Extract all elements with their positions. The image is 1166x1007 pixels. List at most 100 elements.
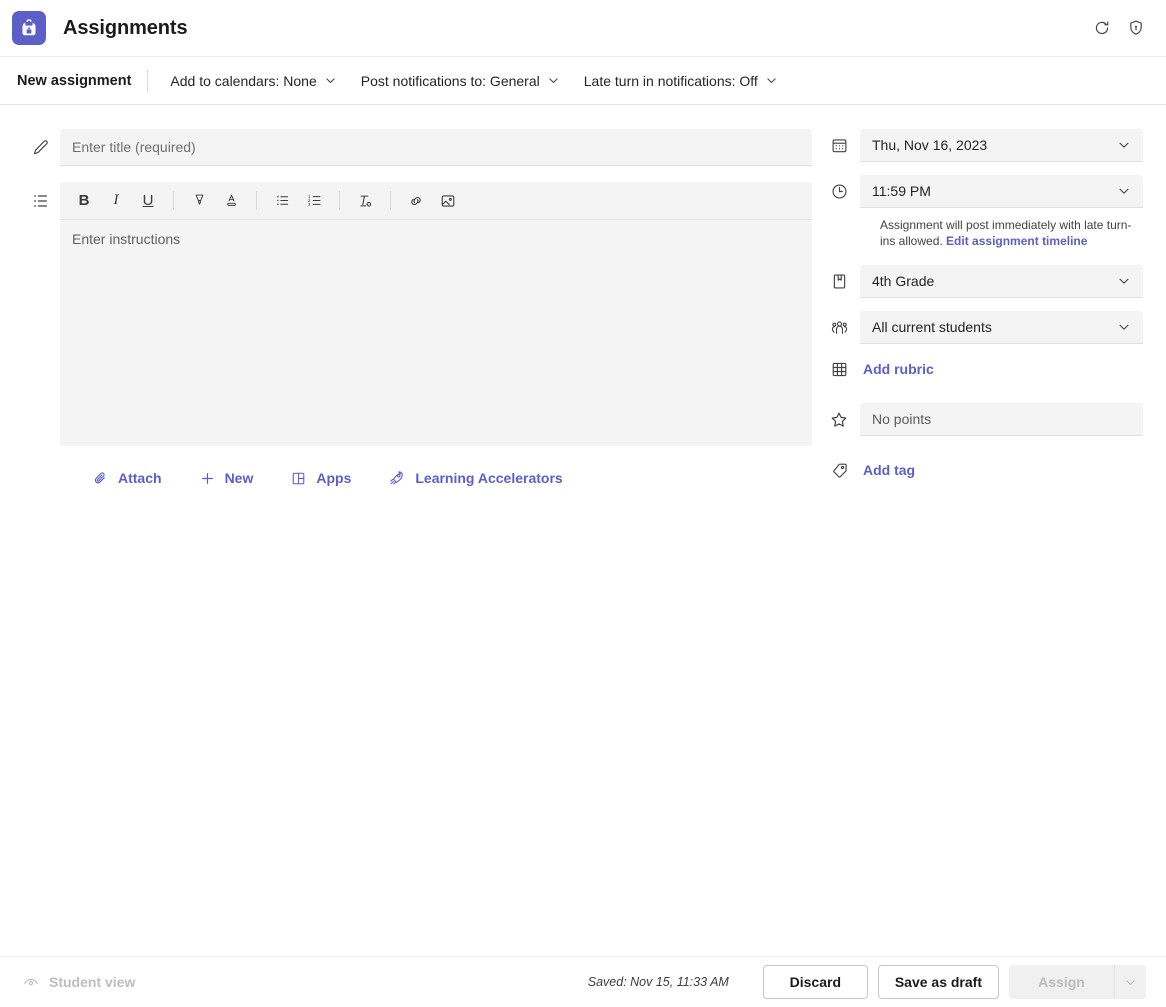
late-turn-in-label: Late turn in notifications: Off [584, 73, 758, 89]
due-time-value: 11:59 PM [872, 183, 1117, 199]
instructions-row: B I U [22, 182, 812, 446]
clear-formatting-icon[interactable] [350, 187, 380, 215]
toolbar-separator [339, 191, 340, 210]
paperclip-icon [92, 470, 109, 487]
underline-icon[interactable]: U [133, 187, 163, 215]
due-time-row: 11:59 PM [818, 175, 1166, 208]
people-icon [818, 317, 860, 338]
students-row: All current students [818, 311, 1166, 344]
chevron-down-icon [1117, 138, 1131, 152]
points-input[interactable]: No points [860, 403, 1143, 436]
link-icon[interactable] [401, 187, 431, 215]
grid-icon [818, 360, 860, 379]
command-bar-divider [147, 70, 148, 92]
chevron-down-icon [1117, 320, 1131, 334]
rubric-row: Add rubric [818, 357, 1166, 381]
add-tag-button[interactable]: Add tag [860, 458, 918, 482]
highlight-icon[interactable] [184, 187, 214, 215]
attachment-actions: Attach New Apps [22, 464, 812, 492]
title-row [22, 129, 812, 166]
bold-icon[interactable]: B [69, 187, 99, 215]
new-button[interactable]: New [195, 465, 258, 492]
add-to-calendars-dropdown[interactable]: Add to calendars: None [164, 68, 342, 94]
editor-toolbar: B I U [60, 182, 812, 220]
form-left-column: B I U [0, 129, 812, 956]
pencil-icon [22, 129, 60, 158]
bullet-list-icon[interactable] [267, 187, 297, 215]
refresh-icon[interactable] [1086, 12, 1118, 44]
app-header: Assignments [0, 0, 1166, 56]
post-notifications-dropdown[interactable]: Post notifications to: General [355, 68, 566, 94]
post-notifications-label: Post notifications to: General [361, 73, 540, 89]
assignment-form: B I U [0, 105, 1166, 956]
toolbar-separator [390, 191, 391, 210]
chevron-down-icon [324, 74, 337, 87]
numbered-list-icon[interactable]: 1 2 3 [299, 187, 329, 215]
add-to-calendars-label: Add to calendars: None [170, 73, 316, 89]
chevron-down-icon [547, 74, 560, 87]
svg-text:3: 3 [307, 202, 310, 207]
assign-dropdown-chevron-down-icon[interactable] [1114, 965, 1146, 999]
shield-icon[interactable] [1120, 12, 1152, 44]
toolbar-separator [173, 191, 174, 210]
points-row: No points [818, 403, 1166, 436]
attach-label: Attach [118, 470, 162, 486]
points-placeholder: No points [872, 411, 1131, 427]
form-right-column: Thu, Nov 16, 2023 11:59 PM [812, 129, 1166, 956]
chevron-down-icon [1117, 274, 1131, 288]
plus-icon [199, 470, 216, 487]
book-icon [818, 272, 860, 291]
chevron-down-icon [1117, 184, 1131, 198]
students-dropdown[interactable]: All current students [860, 311, 1143, 344]
apps-grid-icon [290, 470, 307, 487]
due-time-dropdown[interactable]: 11:59 PM [860, 175, 1143, 208]
command-bar: New assignment Add to calendars: None Po… [0, 56, 1166, 105]
instructions-input[interactable]: Enter instructions [60, 220, 812, 446]
assign-split-button[interactable]: Assign [1009, 965, 1146, 999]
timeline-note: Assignment will post immediately with la… [880, 217, 1142, 249]
backpack-icon [12, 11, 46, 45]
rocket-icon [388, 469, 406, 487]
page-title: New assignment [14, 73, 147, 89]
eye-icon [22, 973, 40, 991]
toolbar-separator [256, 191, 257, 210]
instructions-editor: B I U [60, 182, 812, 446]
attach-button[interactable]: Attach [88, 465, 166, 492]
edit-assignment-timeline-link[interactable]: Edit assignment timeline [946, 234, 1087, 248]
italic-icon[interactable]: I [101, 187, 131, 215]
student-view-label: Student view [49, 974, 135, 990]
title-input[interactable] [60, 129, 812, 166]
clock-icon [818, 182, 860, 201]
discard-button[interactable]: Discard [763, 965, 868, 999]
font-color-icon[interactable] [216, 187, 246, 215]
italic-glyph: I [114, 193, 119, 208]
late-turn-in-notifications-dropdown[interactable]: Late turn in notifications: Off [578, 68, 784, 94]
tag-icon [818, 461, 860, 480]
bulleted-list-icon [22, 182, 60, 211]
students-value: All current students [872, 319, 1117, 335]
student-view-button[interactable]: Student view [22, 973, 135, 991]
app-title: Assignments [63, 17, 188, 40]
saved-status: Saved: Nov 15, 11:33 AM [588, 975, 729, 989]
underline-glyph: U [143, 193, 154, 208]
tag-row: Add tag [818, 458, 1166, 482]
learning-accelerators-label: Learning Accelerators [415, 470, 562, 486]
calendar-icon [818, 136, 860, 155]
due-date-dropdown[interactable]: Thu, Nov 16, 2023 [860, 129, 1143, 162]
star-icon [818, 410, 860, 430]
assign-button[interactable]: Assign [1009, 965, 1114, 999]
new-label: New [225, 470, 254, 486]
insert-image-icon[interactable] [433, 187, 463, 215]
chevron-down-icon [765, 74, 778, 87]
learning-accelerators-button[interactable]: Learning Accelerators [384, 464, 566, 492]
class-dropdown[interactable]: 4th Grade [860, 265, 1143, 298]
apps-label: Apps [316, 470, 351, 486]
class-row: 4th Grade [818, 265, 1166, 298]
apps-button[interactable]: Apps [286, 465, 355, 492]
due-date-row: Thu, Nov 16, 2023 [818, 129, 1166, 162]
class-value: 4th Grade [872, 273, 1117, 289]
save-as-draft-button[interactable]: Save as draft [878, 965, 999, 999]
due-date-value: Thu, Nov 16, 2023 [872, 137, 1117, 153]
bold-glyph: B [79, 193, 90, 208]
add-rubric-button[interactable]: Add rubric [860, 357, 937, 381]
